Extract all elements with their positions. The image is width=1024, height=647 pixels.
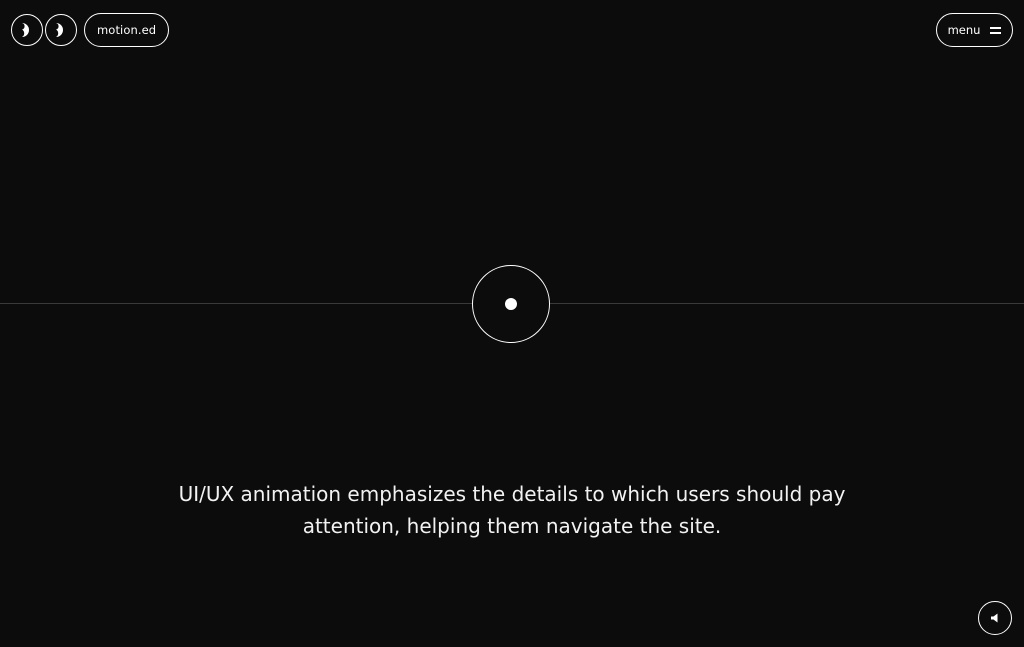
logo-circle-right[interactable]: [45, 14, 77, 46]
eye-left-icon: [22, 23, 29, 37]
sound-toggle-button[interactable]: [978, 601, 1012, 635]
brand-name-button[interactable]: motion.ed: [84, 13, 170, 47]
logo-circle-left[interactable]: [11, 14, 43, 46]
hamburger-icon: [990, 26, 1002, 34]
ring-dot-icon: [505, 298, 517, 310]
header-logo-group[interactable]: motion.ed: [11, 13, 170, 47]
brand-name: motion.ed: [97, 23, 157, 37]
page: motion.ed menu UI/UX animation emphasize…: [0, 0, 1024, 647]
center-ring-button[interactable]: [472, 265, 550, 343]
menu-label: menu: [947, 23, 981, 37]
hero-tagline: UI/UX animation emphasizes the details t…: [178, 482, 846, 538]
speaker-icon: [991, 613, 998, 623]
eye-right-icon: [56, 23, 63, 37]
menu-button[interactable]: menu: [936, 13, 1013, 47]
